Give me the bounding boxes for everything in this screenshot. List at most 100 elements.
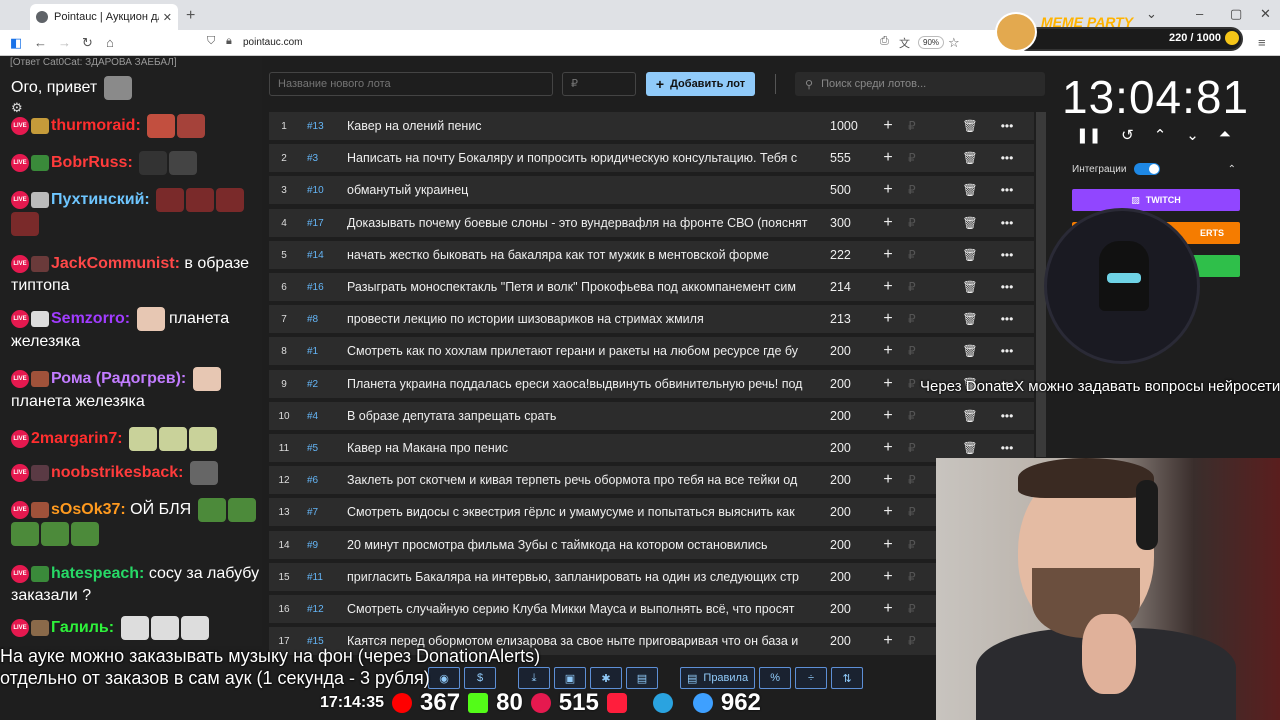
delete-icon[interactable]: 🗑︎ (948, 409, 992, 423)
more-icon[interactable]: ••• (992, 441, 1022, 455)
lot-row[interactable]: 16 #12 Смотреть случайную серию Клуба Микк… (269, 595, 1034, 623)
lot-row[interactable]: 8 #1 Смотреть как по хохлам прилетают гера… (269, 337, 1034, 365)
add-amount-icon[interactable]: + (868, 439, 908, 457)
pause-icon[interactable]: ❚❚ (1076, 126, 1101, 144)
more-icon[interactable]: ••• (992, 248, 1022, 262)
add-amount-icon[interactable]: + (868, 246, 908, 264)
bookmark-star-icon[interactable]: ☆ (948, 35, 960, 51)
add-amount-icon[interactable]: + (868, 568, 908, 586)
lot-price-input[interactable] (562, 72, 636, 96)
lot-name[interactable]: начать жестко быковать на бакаляра как т… (347, 248, 808, 262)
bug-button[interactable]: ✱ (590, 667, 622, 689)
ruble-icon[interactable]: ₽ (908, 441, 948, 455)
lot-row[interactable]: 13 #7 Смотреть видосы с эквестрия гёрлс и … (269, 498, 1034, 526)
add-amount-icon[interactable]: + (868, 600, 908, 618)
lot-name[interactable]: обманутый украинец (347, 183, 808, 197)
rules-button[interactable]: ▤ Правила (680, 667, 756, 689)
lot-row[interactable]: 7 #8 провести лекцию по истории шизоварико… (269, 305, 1034, 333)
lot-name[interactable]: Кавер на олений пенис (347, 119, 808, 133)
delete-icon[interactable]: 🗑︎ (948, 312, 992, 326)
delete-icon[interactable]: 🗑︎ (948, 441, 992, 455)
double-increase-icon[interactable]: ⏶ (1219, 126, 1231, 144)
lot-row[interactable]: 10 #4 В образе депутата запрещать срать 200… (269, 402, 1034, 430)
new-tab-icon[interactable]: + (186, 7, 195, 25)
split-button[interactable]: ÷ (795, 667, 828, 689)
zoom-level[interactable]: 90% (918, 36, 945, 49)
download-button[interactable]: ⤓ (518, 667, 550, 689)
lot-name[interactable]: Доказывать почему боевые слоны - это вун… (347, 216, 808, 230)
add-amount-icon[interactable]: + (868, 214, 908, 232)
home-icon[interactable]: ⌂ (106, 35, 114, 50)
lot-name[interactable]: провести лекцию по истории шизовариков н… (347, 312, 808, 326)
new-lot-input[interactable] (269, 72, 553, 96)
site-info-icon[interactable]: ⛉ (207, 35, 215, 48)
percent-button[interactable]: % (759, 667, 792, 689)
lot-name[interactable]: 20 минут просмотра фильма Зубы с таймкод… (347, 538, 808, 552)
more-icon[interactable]: ••• (992, 151, 1022, 165)
delete-icon[interactable]: 🗑︎ (948, 280, 992, 294)
add-amount-icon[interactable]: + (868, 278, 908, 296)
lot-name[interactable]: Смотреть как по хохлам прилетают герани … (347, 344, 808, 358)
delete-icon[interactable]: 🗑︎ (948, 344, 992, 358)
lot-name[interactable]: Кавер на Макана про пенис (347, 441, 808, 455)
github-button[interactable]: ◉ (428, 667, 460, 689)
integrations-toggle[interactable] (1134, 163, 1161, 175)
add-amount-icon[interactable]: + (868, 632, 908, 650)
donate-button[interactable]: $ (464, 667, 496, 689)
lot-row[interactable]: 6 #16 Разыграть моноспектакль "Петя и волк… (269, 273, 1034, 301)
more-icon[interactable]: ••• (992, 280, 1022, 294)
lot-name[interactable]: Написать на почту Бокаляру и попросить ю… (347, 151, 808, 165)
menu-icon[interactable]: ≡ (1258, 35, 1266, 50)
lot-search-input[interactable]: ⚲ Поиск среди лотов... (795, 72, 1045, 96)
ruble-icon[interactable]: ₽ (908, 183, 948, 197)
ruble-icon[interactable]: ₽ (908, 248, 948, 262)
more-icon[interactable]: ••• (992, 119, 1022, 133)
lot-name[interactable]: В образе депутата запрещать срать (347, 409, 808, 423)
add-amount-icon[interactable]: + (868, 536, 908, 554)
ruble-icon[interactable]: ₽ (908, 409, 948, 423)
decrease-icon[interactable]: ⌄ (1186, 126, 1199, 144)
lot-row[interactable]: 2 #3 Написать на почту Бокаляру и попросит… (269, 144, 1034, 172)
lot-name[interactable]: Смотреть видосы с эквестрия гёрлс и умам… (347, 505, 808, 519)
sort-button[interactable]: ⇅ (831, 667, 864, 689)
more-icon[interactable]: ••• (992, 183, 1022, 197)
window-close-icon[interactable]: ✕ (1260, 6, 1271, 22)
translate-icon[interactable]: 文 (899, 35, 910, 51)
delete-icon[interactable]: 🗑︎ (948, 248, 992, 262)
add-amount-icon[interactable]: + (868, 503, 908, 521)
add-amount-icon[interactable]: + (868, 471, 908, 489)
add-amount-icon[interactable]: + (868, 149, 908, 167)
add-lot-button[interactable]: + Добавить лот (646, 72, 755, 96)
collapse-icon[interactable]: ⌃ (1228, 164, 1236, 175)
back-icon[interactable]: ← (34, 35, 47, 50)
more-icon[interactable]: ••• (992, 344, 1022, 358)
tab-close-icon[interactable]: ✕ (163, 11, 172, 24)
ruble-icon[interactable]: ₽ (908, 344, 948, 358)
add-amount-icon[interactable]: + (868, 342, 908, 360)
delete-icon[interactable]: 🗑︎ (948, 151, 992, 165)
lot-name[interactable]: пригласить Бакаляра на интервью, заплани… (347, 570, 808, 584)
lot-name[interactable]: Разыграть моноспектакль "Петя и волк" Пр… (347, 280, 808, 294)
add-amount-icon[interactable]: + (868, 117, 908, 135)
lot-row[interactable]: 4 #17 Доказывать почему боевые слоны - это… (269, 209, 1034, 237)
reload-icon[interactable]: ↻ (82, 35, 93, 51)
lot-row[interactable]: 11 #5 Кавер на Макана про пенис 200 + ₽ 🗑︎ ••• (269, 434, 1034, 462)
lot-row[interactable]: 3 #10 обманутый украинец 500 + ₽ 🗑︎ ••• (269, 176, 1034, 204)
browser-tab[interactable]: Pointauc | Аукцион для стримера ✕ (30, 4, 178, 30)
lot-name[interactable]: Планета украина поддалась ереси хаоса!вы… (347, 377, 808, 391)
lot-row[interactable]: 1 #13 Кавер на олений пенис 1000 + ₽ 🗑︎ ••• (269, 112, 1034, 140)
url-text[interactable]: pointauc.com (243, 37, 302, 48)
ruble-icon[interactable]: ₽ (908, 312, 948, 326)
clear-button[interactable]: ▤ (626, 667, 658, 689)
lot-row[interactable]: 5 #14 начать жестко быковать на бакаляра к… (269, 241, 1034, 269)
forward-icon[interactable]: → (58, 35, 71, 50)
lot-row[interactable]: 12 #6 Заклеть рот скотчем и кивая терпеть … (269, 466, 1034, 494)
add-amount-icon[interactable]: + (868, 181, 908, 199)
lot-row[interactable]: 14 #9 20 минут просмотра фильма Зубы с тай… (269, 531, 1034, 559)
increase-icon[interactable]: ⌃ (1154, 126, 1167, 144)
save-button[interactable]: ▣ (554, 667, 586, 689)
screenshot-icon[interactable]: ⎙ (880, 35, 889, 48)
sidebar-toggle-icon[interactable]: ◧ (10, 35, 22, 51)
more-icon[interactable]: ••• (992, 216, 1022, 230)
ruble-icon[interactable]: ₽ (908, 119, 948, 133)
